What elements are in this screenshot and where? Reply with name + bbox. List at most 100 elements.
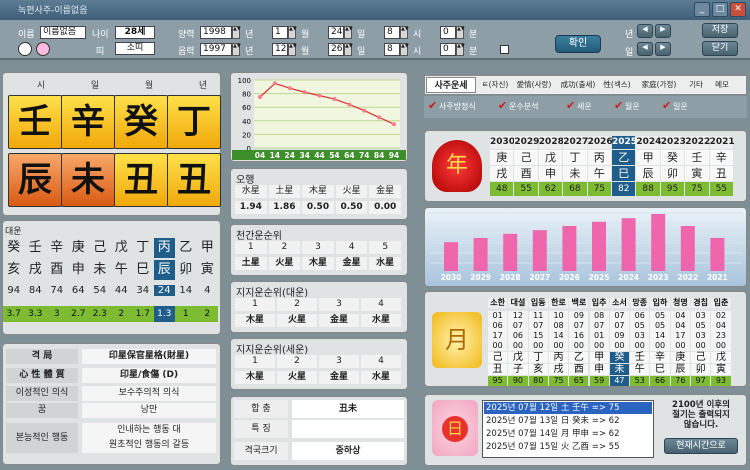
lunar-hour-spin[interactable]: ▲▼ — [400, 43, 409, 56]
daeun-stem: 壬 — [28, 240, 42, 255]
solar-year-spin[interactable]: ▲▼ — [232, 26, 241, 39]
wolun-r1: 12 — [508, 311, 528, 321]
lunar-year-spin[interactable]: ▲▼ — [232, 43, 241, 56]
tab-2[interactable]: 愛情(사랑) — [514, 77, 554, 93]
daeun-branch: 未 — [93, 262, 107, 277]
year-up-button[interactable]: ▶ — [655, 24, 671, 38]
grid-value: 水星 — [361, 314, 401, 327]
wolun-stems: 甲 — [589, 352, 609, 363]
chart-xtick: 54 — [329, 151, 339, 160]
ilun-item[interactable]: 2025년 07월 13일 日 癸未 => 62 — [484, 415, 652, 427]
lunar-hour-input[interactable]: 8 — [384, 43, 400, 56]
grid-head: 3 — [319, 355, 359, 368]
tab-7[interactable]: 메모 — [710, 77, 734, 93]
grid-value: 0.50 — [335, 201, 368, 214]
year-down-button[interactable]: ◀ — [637, 24, 653, 38]
min-unit: 분 — [469, 47, 478, 57]
leap-checkbox[interactable] — [500, 45, 509, 54]
seun-year[interactable]: 2024 — [636, 136, 661, 149]
wolun-r4: 00 — [650, 341, 670, 351]
ilun-item[interactable]: 2025년 07월 14일 月 甲申 => 62 — [484, 428, 652, 440]
lunar-month-spin[interactable]: ▲▼ — [288, 43, 297, 56]
solar-min-spin[interactable]: ▲▼ — [456, 26, 465, 39]
wolun-r2: 05 — [691, 321, 711, 331]
seun-year[interactable]: 2023 — [660, 136, 686, 149]
solar-month-spin[interactable]: ▲▼ — [288, 26, 297, 39]
wolun-months[interactable]: 소한 — [488, 298, 508, 308]
seun-bar-chart: 2030 2029 2028 2027 2026 2025 2024 2023 2022 2021 — [430, 212, 742, 282]
solar-year-input[interactable]: 1998 — [200, 26, 232, 39]
close-window-button[interactable]: ✕ — [730, 2, 746, 17]
seun-year[interactable]: 2022 — [685, 136, 710, 149]
seun-year[interactable]: 2029 — [514, 136, 539, 149]
confirm-button[interactable]: 확인 — [555, 35, 601, 53]
seun-year[interactable]: 2021 — [709, 136, 735, 149]
lunar-min-input[interactable]: 0 — [440, 43, 456, 56]
wolun-months[interactable]: 백로 — [569, 298, 589, 308]
save-button[interactable]: 저장 — [702, 23, 738, 38]
seun-bar — [532, 230, 547, 271]
solar-hour-spin[interactable]: ▲▼ — [400, 26, 409, 39]
day-down-button[interactable]: ◀ — [637, 42, 653, 56]
wolun-r2: 07 — [508, 321, 528, 331]
wolun-months[interactable]: 대설 — [508, 298, 528, 308]
wolun-months[interactable]: 경칩 — [691, 298, 711, 308]
seun-year[interactable]: 2026 — [587, 136, 613, 149]
seun-year[interactable]: 2030 — [490, 136, 515, 149]
grid-value: 火星 — [277, 371, 317, 384]
tab-4[interactable]: 性(섹스) — [602, 77, 632, 93]
wolun-stems: 丁 — [528, 352, 548, 363]
check-icon[interactable]: ✔ — [566, 100, 576, 111]
age-value: 28세 — [115, 26, 155, 39]
solar-day-spin[interactable]: ▲▼ — [344, 26, 353, 39]
wolun-months[interactable]: 입하 — [650, 298, 670, 308]
seun-year[interactable]: 2025 — [612, 136, 637, 149]
wolun-months[interactable]: 한로 — [548, 298, 569, 308]
solar-month-input[interactable]: 1 — [272, 26, 288, 39]
lunar-month-input[interactable]: 12 — [272, 43, 288, 56]
tab-1[interactable]: ㅌ(자신) — [480, 77, 510, 93]
wolun-months[interactable]: 입춘 — [711, 298, 731, 308]
seun-year[interactable]: 2028 — [538, 136, 564, 149]
wolun-months[interactable]: 입동 — [528, 298, 548, 308]
tab-3[interactable]: 成功(출세) — [558, 77, 598, 93]
solar-day-input[interactable]: 24 — [328, 26, 344, 39]
seun-branch: 未 — [563, 166, 587, 181]
wolun-months[interactable]: 입추 — [589, 298, 609, 308]
daeun-branch: 申 — [71, 262, 85, 277]
daeun-stem: 辛 — [50, 240, 64, 255]
seun-stem: 戊 — [538, 150, 563, 165]
wolun-months[interactable]: 망종 — [630, 298, 650, 308]
check-icon[interactable]: ✔ — [498, 100, 508, 111]
solar-hour-input[interactable]: 8 — [384, 26, 400, 39]
ilun-item[interactable]: 2025년 07월 12일 土 壬午 => 75 — [484, 402, 652, 414]
check-icon[interactable]: ✔ — [662, 100, 672, 111]
chart-ytick: 20 — [242, 131, 251, 139]
lunar-year-input[interactable]: 1997 — [200, 43, 232, 56]
close-button[interactable]: 닫기 — [702, 41, 738, 56]
month-unit: 월 — [301, 30, 310, 40]
solar-min-input[interactable]: 0 — [440, 26, 456, 39]
wolun-months[interactable]: 소서 — [609, 298, 630, 308]
check-icon[interactable]: ✔ — [614, 100, 624, 111]
seun-year[interactable]: 2027 — [563, 136, 588, 149]
name-input[interactable]: 이름없음 — [40, 26, 86, 39]
lunar-min-spin[interactable]: ▲▼ — [456, 43, 465, 56]
tab-6[interactable]: 기타 — [686, 77, 706, 93]
now-button[interactable]: 현재시간으로 — [664, 438, 738, 454]
maximize-button[interactable]: □ — [712, 2, 728, 17]
female-avatar-icon[interactable] — [36, 42, 50, 56]
teuk-label: 특 징 — [234, 420, 288, 438]
lunar-day-spin[interactable]: ▲▼ — [344, 43, 353, 56]
day-up-button[interactable]: ▶ — [655, 42, 671, 56]
check-icon[interactable]: ✔ — [428, 100, 438, 111]
tab-5[interactable]: 家庭(가정) — [636, 77, 682, 93]
grid-head: 4 — [335, 241, 368, 254]
tab-0[interactable]: 사주운세 — [426, 77, 476, 93]
wolun-months[interactable]: 청명 — [670, 298, 690, 308]
wolun-vals: 97 — [691, 376, 711, 386]
lunar-day-input[interactable]: 26 — [328, 43, 344, 56]
male-avatar-icon[interactable] — [18, 42, 32, 56]
minimize-button[interactable]: _ — [694, 2, 710, 17]
ilun-item[interactable]: 2025년 07월 15일 火 乙酉 => 55 — [484, 441, 652, 453]
